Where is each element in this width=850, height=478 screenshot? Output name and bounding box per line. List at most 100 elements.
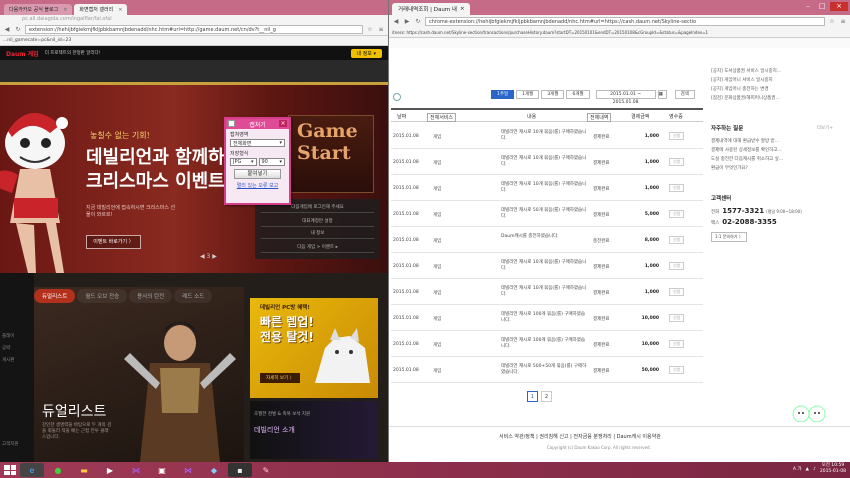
language-indicator[interactable]: A 가 [793, 466, 802, 472]
footer-links[interactable]: 서비스 약관/정책 | 권리침해 신고 | 전자금융 분쟁처리 | Daum캐시… [499, 433, 661, 440]
receipt-button[interactable]: 신청 [669, 288, 685, 296]
game-start-button[interactable]: Game Start [288, 115, 374, 193]
volume-icon[interactable]: ♪ [813, 467, 816, 472]
notice-item[interactable]: [공지] 게임머니 충전하는 변경 [711, 86, 768, 92]
url-input[interactable]: extension://hehijbfgiekmjfkljpbkbamnjbde… [25, 25, 363, 34]
inquiry-button[interactable]: 1:1 문의하기 〉 [711, 232, 747, 242]
period-1month[interactable]: 1개월 [516, 90, 540, 99]
calendar-icon[interactable]: ▦ [657, 90, 667, 99]
ie-icon[interactable]: e [20, 463, 44, 477]
representative-account[interactable]: 대표계정만 설정 [261, 217, 374, 227]
tab-class-3[interactable]: 용사의 탄전 [129, 289, 173, 303]
clock[interactable]: 오전 10:59 2015-01-08 [820, 463, 846, 475]
close-icon[interactable]: × [118, 7, 122, 13]
page-2[interactable]: 2 [541, 391, 552, 402]
close-icon[interactable]: × [279, 120, 287, 127]
cell-desc: 데빌리언 캐시로 100개 묶음(를) 구매하였습니다. [501, 312, 586, 323]
notice-item[interactable]: [공지] 도서상품권 서비스 일시중지... [711, 68, 781, 74]
close-icon[interactable]: × [460, 6, 465, 12]
tab-duelist[interactable]: 듀얼리스트 [34, 289, 76, 303]
receipt-button[interactable]: 신청 [669, 132, 685, 140]
error-report-link[interactable]: 멀리 있는 오류 보고 [226, 182, 289, 189]
maximize-icon[interactable]: □ [816, 2, 828, 11]
network-icon[interactable]: ▲ [806, 467, 809, 472]
receipt-button[interactable]: 신청 [669, 210, 685, 218]
folder-icon[interactable]: ▬ [72, 463, 96, 477]
event-banner[interactable]: 놓칠수 없는 기회! 데빌리언과 함께하 크리스마스 이벤트 지금 데빌리언에 … [0, 85, 388, 273]
paste-button[interactable]: 붙여넣기 [234, 169, 281, 179]
banner-pager[interactable]: ◀ 3 ▶ [200, 253, 217, 260]
receipt-button[interactable]: 신청 [669, 236, 685, 244]
status-filter-select[interactable]: 전체내역 [587, 113, 612, 122]
receipt-button[interactable]: 신청 [669, 262, 685, 270]
chrome-icon[interactable]: ● [46, 463, 70, 477]
game-logo[interactable]: Daum 게임 [6, 49, 39, 58]
menu-icon[interactable]: ≡ [377, 26, 385, 34]
cell-type: 게임 [433, 239, 442, 244]
left-link[interactable]: 고객지원 [2, 441, 19, 447]
cell-date: 2015.01.08 [393, 316, 419, 321]
app-icon[interactable]: ⋈ [176, 463, 200, 477]
menu-icon[interactable]: ≡ [839, 18, 847, 26]
receipt-button[interactable]: 신청 [669, 184, 685, 192]
pc-bang-detail-button[interactable]: 자세히 보기 〉 [260, 373, 301, 383]
area-select[interactable]: 전체화면 ▾ [230, 139, 285, 147]
forward-icon[interactable]: ▶ [403, 18, 411, 26]
url-input[interactable]: chrome-extension://hehijbfgiekmjfkljpbkb… [425, 17, 825, 26]
wolf-mount-image [315, 328, 370, 383]
game-events-link[interactable]: 다음 게임 > 이벤트 ▸ [261, 243, 374, 253]
table-row: 2015.01.08 게임 데빌리언 캐시로 100개 묶음(를) 구매하였습니다.… [391, 332, 703, 357]
capture-titlebar[interactable]: 캡쳐기 × [226, 119, 289, 129]
receipt-button[interactable]: 신청 [669, 314, 685, 322]
tab-daumkakao-blog[interactable]: 다음카카오 공식 블로그 × [4, 4, 73, 15]
close-window-icon[interactable]: × [830, 2, 848, 11]
visual-studio-icon[interactable]: ⋈ [124, 463, 148, 477]
notice-item[interactable]: [공지] 게임머니 서비스 일시중지 [711, 77, 773, 83]
receipt-button[interactable]: 신청 [669, 158, 685, 166]
close-icon[interactable]: × [63, 7, 67, 13]
period-3month[interactable]: 3개월 [541, 90, 565, 99]
back-icon[interactable]: ◀ [392, 18, 400, 26]
devilian-intro-card[interactable]: 초월한 천벌 & 축복 보석 지원 데빌리언 소개 [250, 401, 378, 459]
format-select[interactable]: JPG ▾ [230, 158, 257, 166]
tab-class-4[interactable]: 레드 소드 [174, 289, 213, 303]
cell-desc: 데빌리언 캐시로 50개 묶음(를) 구매하였습니다. [501, 208, 587, 219]
refresh-icon[interactable]: ↻ [14, 26, 22, 34]
period-6month[interactable]: 6개월 [566, 90, 590, 99]
left-link[interactable]: 게시판 [2, 357, 14, 363]
receipt-button[interactable]: 신청 [669, 366, 685, 374]
page-1[interactable]: 1 [527, 391, 538, 402]
service-filter-select[interactable]: 전체서비스 [427, 113, 457, 122]
quality-select[interactable]: 90 ▾ [258, 158, 285, 166]
faq-item[interactable]: 결제에 사용된 상세정보를 확인하고... [711, 147, 782, 153]
left-link[interactable]: 공략 [2, 345, 10, 351]
app-icon[interactable]: ▪ [228, 463, 252, 477]
tab-transaction-history[interactable]: 거래내역조회 | Daum 내 × [392, 3, 470, 15]
star-icon[interactable]: ☆ [828, 18, 836, 26]
app-icon[interactable]: ◆ [202, 463, 226, 477]
star-icon[interactable]: ☆ [366, 26, 374, 34]
refresh-icon[interactable]: ↻ [414, 18, 422, 26]
date-range-input[interactable]: 2015.01.01 ~ 2015.01.08 [595, 90, 656, 105]
faq-more-link[interactable]: 더보기+ [817, 125, 833, 131]
my-info-button[interactable]: 내 정보 ▾ [350, 48, 382, 58]
back-icon[interactable]: ◀ [3, 26, 11, 34]
left-link[interactable]: 플레이 [2, 333, 14, 339]
notice-item[interactable]: [점검] 문화상품권/해피머니상품권... [711, 95, 780, 101]
my-info-link[interactable]: 내 정보 [261, 229, 374, 239]
paint-icon[interactable]: ✎ [254, 463, 278, 477]
faq-item[interactable]: 환급이 무엇인가요? [711, 165, 748, 171]
terminal-icon[interactable]: ▣ [150, 463, 174, 477]
windows-start-icon[interactable] [2, 463, 18, 477]
tab-class-2[interactable]: 월드 오브 전승 [77, 289, 128, 303]
period-1week[interactable]: 1주일 [491, 90, 515, 99]
minimize-icon[interactable]: – [802, 2, 814, 11]
faq-item[interactable]: 결제내역에 대해 환급받수 할방 받... [711, 138, 779, 144]
media-icon[interactable]: ▶ [98, 463, 122, 477]
tab-capture-gallery[interactable]: 화면캡처 갤러리 × [74, 4, 128, 15]
event-link-button[interactable]: 이벤트 바로가기 〉 [86, 235, 141, 249]
search-button[interactable]: 검색 [674, 90, 695, 99]
game-notice[interactable]: 더 프로젝트의 한정판 알리다! [45, 50, 101, 56]
receipt-button[interactable]: 신청 [669, 340, 685, 348]
faq-item[interactable]: 도실 충전한 다음캐시를 취소하고 싶... [711, 156, 783, 162]
